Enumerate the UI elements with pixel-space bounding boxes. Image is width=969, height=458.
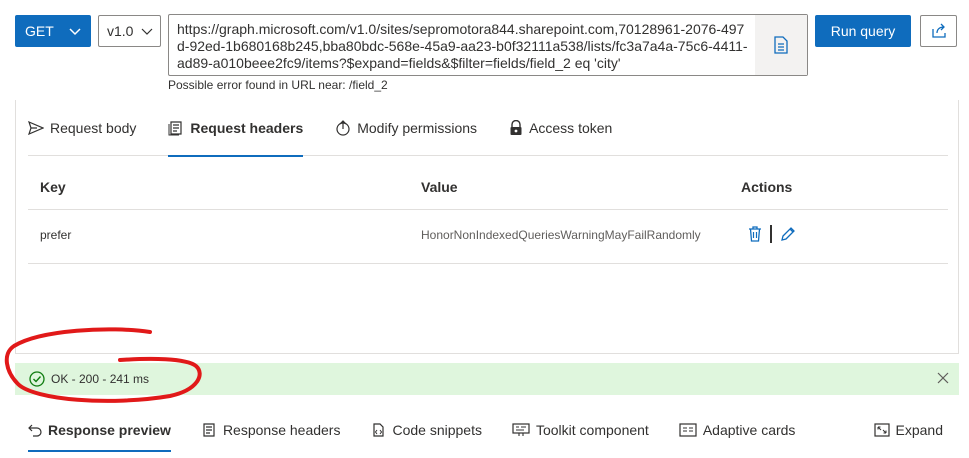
- tab-access-token[interactable]: Access token: [509, 100, 612, 156]
- column-header-key: Key: [40, 179, 66, 195]
- url-error-hint: Possible error found in URL near: /field…: [168, 78, 388, 92]
- share-icon: [931, 23, 946, 38]
- expand-label: Expand: [895, 422, 943, 438]
- tab-response-headers[interactable]: Response headers: [201, 410, 341, 450]
- column-header-value: Value: [421, 179, 458, 195]
- http-method-dropdown[interactable]: GET: [15, 15, 91, 47]
- response-tabs: Response preview Response headers Code s…: [28, 410, 959, 452]
- url-text[interactable]: https://graph.microsoft.com/v1.0/sites/s…: [177, 21, 751, 72]
- toolkit-icon: [512, 423, 530, 436]
- version-dropdown[interactable]: v1.0: [98, 15, 161, 47]
- send-icon: [28, 120, 44, 135]
- tab-adaptive-cards[interactable]: Adaptive cards: [679, 410, 796, 450]
- code-icon: [373, 423, 385, 437]
- header-value-cell: HonorNonIndexedQueriesWarningMayFailRand…: [421, 228, 701, 242]
- permissions-icon: [336, 119, 350, 136]
- document-icon: [203, 423, 215, 437]
- tab-request-body[interactable]: Request body: [28, 100, 136, 156]
- action-separator: [770, 225, 772, 243]
- check-circle-icon: [29, 371, 45, 387]
- tab-response-preview[interactable]: Response preview: [28, 410, 171, 452]
- tab-label: Request headers: [190, 119, 304, 136]
- expand-icon: [873, 423, 890, 437]
- headers-icon: [168, 120, 183, 135]
- tab-label: Adaptive cards: [702, 422, 796, 438]
- headers-table-header: Key Value Actions: [28, 164, 948, 210]
- share-button[interactable]: [920, 15, 957, 47]
- tab-label: Response headers: [222, 422, 341, 438]
- version-label: v1.0: [107, 23, 134, 39]
- chevron-down-icon: [69, 28, 81, 36]
- lock-icon: [510, 119, 522, 135]
- tab-label: Request body: [50, 119, 137, 136]
- tab-label: Response preview: [48, 422, 171, 438]
- column-header-actions: Actions: [741, 179, 793, 195]
- http-method-label: GET: [25, 23, 54, 39]
- close-icon[interactable]: [937, 372, 949, 384]
- tab-label: Modify permissions: [357, 119, 478, 136]
- edit-icon[interactable]: [780, 226, 796, 242]
- tab-label: Access token: [529, 119, 613, 136]
- table-row: prefer HonorNonIndexedQueriesWarningMayF…: [28, 210, 948, 264]
- tab-code-snippets[interactable]: Code snippets: [370, 410, 482, 450]
- header-key-cell: prefer: [40, 228, 72, 242]
- undo-icon: [28, 424, 42, 437]
- chevron-down-icon: [141, 28, 153, 35]
- url-docs-button[interactable]: [755, 15, 807, 75]
- tab-label: Code snippets: [392, 422, 482, 438]
- request-tabs: Request body Request headers Modify perm…: [28, 100, 948, 157]
- tab-toolkit-component[interactable]: Toolkit component: [512, 410, 649, 450]
- tab-request-headers[interactable]: Request headers: [168, 100, 304, 157]
- expand-button[interactable]: Expand: [873, 410, 943, 450]
- document-icon: [774, 36, 788, 54]
- url-input[interactable]: https://graph.microsoft.com/v1.0/sites/s…: [168, 14, 808, 76]
- row-actions: [748, 225, 796, 243]
- tab-label: Toolkit component: [535, 422, 649, 438]
- delete-icon[interactable]: [748, 226, 762, 242]
- card-icon: [679, 423, 697, 437]
- status-message-bar: OK - 200 - 241 ms: [15, 363, 959, 395]
- status-text: OK - 200 - 241 ms: [51, 372, 150, 386]
- request-panel: Request body Request headers Modify perm…: [15, 100, 959, 354]
- tab-modify-permissions[interactable]: Modify permissions: [335, 100, 477, 156]
- run-query-button[interactable]: Run query: [815, 15, 911, 47]
